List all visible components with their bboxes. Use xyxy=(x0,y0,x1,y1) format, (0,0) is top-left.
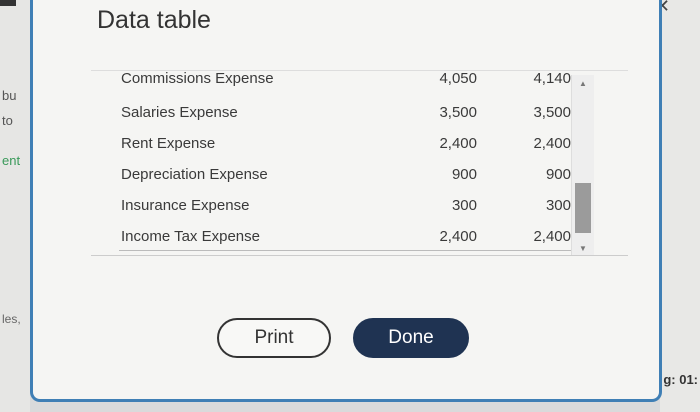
data-table-dialog: Data table Commissions Expense 4,050 4,1… xyxy=(30,0,662,402)
row-divider xyxy=(119,250,586,251)
background-text-1: bu xyxy=(2,88,17,103)
background-top-bar xyxy=(0,0,16,6)
row-value-1: 2,400 xyxy=(439,228,477,245)
table-row: Depreciation Expense 900 900 xyxy=(91,161,601,191)
row-label: Insurance Expense xyxy=(121,197,250,214)
scrollbar-thumb[interactable] xyxy=(575,183,591,233)
row-value-1: 2,400 xyxy=(439,135,477,152)
background-right-panel: g: 01: xyxy=(660,0,700,412)
table-row: Insurance Expense 300 300 xyxy=(91,192,601,222)
background-right-text: g: 01: xyxy=(663,372,698,387)
row-label: Income Tax Expense xyxy=(121,228,260,245)
row-value-2: 2,400 xyxy=(533,228,571,245)
row-value-2: 300 xyxy=(545,197,571,214)
row-label: Depreciation Expense xyxy=(121,166,268,183)
background-text-3: ent xyxy=(2,153,21,168)
row-value-1: 3,500 xyxy=(439,104,477,121)
row-label: Salaries Expense xyxy=(121,104,238,121)
scroll-down-icon[interactable]: ▼ xyxy=(579,244,587,253)
row-label: Rent Expense xyxy=(121,135,216,152)
table-row: Rent Expense 2,400 2,400 xyxy=(91,130,601,160)
background-text-4: les, xyxy=(2,312,21,326)
background-text-2: to xyxy=(2,113,13,128)
print-button[interactable]: Print xyxy=(217,318,331,358)
row-value-1: 300 xyxy=(451,197,477,214)
dialog-title: Data table xyxy=(97,6,211,34)
row-value-2: 2,400 xyxy=(533,135,571,152)
row-value-1: 900 xyxy=(451,166,477,183)
row-value-1: 4,050 xyxy=(439,70,477,87)
table-row: Commissions Expense 4,050 4,140 xyxy=(91,70,601,95)
table-row: Income Tax Expense 2,400 2,400 xyxy=(91,223,601,253)
data-table: Commissions Expense 4,050 4,140 Salaries… xyxy=(91,70,628,256)
background-left-panel xyxy=(0,0,30,412)
row-value-2: 4,140 xyxy=(533,70,571,87)
table-row: Salaries Expense 3,500 3,500 xyxy=(91,99,601,129)
row-value-2: 3,500 xyxy=(533,104,571,121)
done-button[interactable]: Done xyxy=(353,318,469,358)
row-label: Commissions Expense xyxy=(121,70,274,87)
table-scrollbar[interactable]: ▲ ▼ xyxy=(571,75,594,255)
row-value-2: 900 xyxy=(545,166,571,183)
scroll-up-icon[interactable]: ▲ xyxy=(579,79,587,88)
